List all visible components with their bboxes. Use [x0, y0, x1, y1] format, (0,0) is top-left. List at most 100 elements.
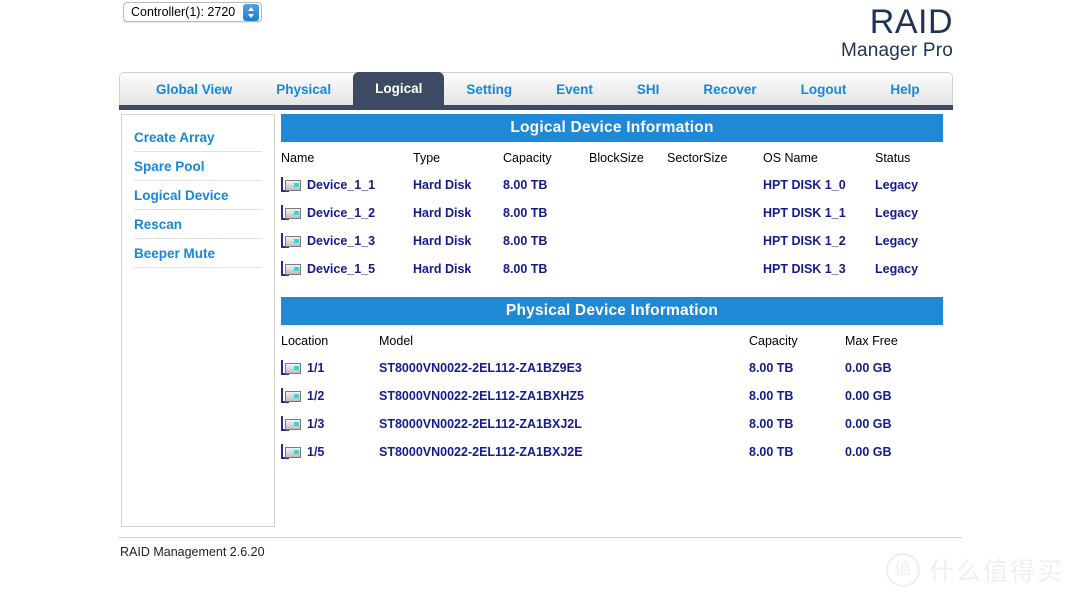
physical-device-location-cell[interactable]: 1/5	[281, 438, 379, 466]
physical-device-location: 1/3	[307, 417, 325, 431]
logical-table-header-row: Name Type Capacity BlockSize SectorSize OS Na…	[281, 142, 943, 171]
physical-device-location: 1/1	[307, 361, 325, 375]
tab-shi[interactable]: SHI	[615, 74, 682, 106]
watermark: 值 什么值得买	[885, 552, 1064, 588]
tab-logout[interactable]: Logout	[779, 74, 869, 106]
logical-device-name-cell[interactable]: Device_1_1	[281, 171, 413, 199]
device-sectorsize	[667, 227, 763, 255]
logo-title: RAID	[869, 3, 953, 41]
logo-subtitle: Manager Pro	[840, 40, 953, 61]
logical-device-table: Name Type Capacity BlockSize SectorSize OS Na…	[281, 142, 943, 283]
disk-icon	[281, 261, 301, 277]
watermark-text: 什么值得买	[928, 558, 1064, 586]
logical-table-body: Device_1_1 Hard Disk 8.00 TB HPT DISK 1_0 Le…	[281, 171, 943, 283]
device-os-name: HPT DISK 1_1	[763, 206, 846, 220]
main-tab-bar: Global View Physical Logical Setting Event SH…	[119, 72, 953, 106]
physical-device-table: Location Model Capacity Max Free 1/1 ST8000V…	[281, 325, 943, 466]
tab-help[interactable]: Help	[868, 74, 941, 106]
disk-icon	[281, 360, 301, 376]
sidebar-item-rescan[interactable]: Rescan	[134, 210, 262, 239]
column-header: Name	[281, 151, 315, 165]
column-header: Max Free	[845, 334, 898, 348]
logical-device-name: Device_1_1	[307, 178, 376, 192]
device-sectorsize	[667, 171, 763, 199]
physical-device-max-free: 0.00 GB	[845, 389, 892, 403]
sidebar-item-logical-device[interactable]: Logical Device	[134, 181, 262, 210]
physical-panel-title: Physical Device Information	[281, 297, 943, 325]
physical-device-model: ST8000VN0022-2EL112-ZA1BXHZ5	[379, 389, 584, 403]
watermark-badge-icon: 值	[885, 553, 920, 587]
device-status: Legacy	[875, 234, 919, 248]
physical-device-max-free: 0.00 GB	[845, 445, 892, 459]
physical-device-capacity: 8.00 TB	[749, 361, 794, 375]
physical-device-capacity: 8.00 TB	[749, 389, 794, 403]
column-header: Capacity	[503, 151, 552, 165]
device-status: Legacy	[875, 178, 919, 192]
device-type: Hard Disk	[413, 178, 472, 192]
sidebar-item-spare-pool[interactable]: Spare Pool	[134, 152, 262, 181]
physical-device-panel: Physical Device Information Location Mode…	[281, 297, 943, 466]
sidebar-item-beeper-mute[interactable]: Beeper Mute	[134, 239, 262, 268]
device-type: Hard Disk	[413, 206, 472, 220]
physical-device-location-cell[interactable]: 1/2	[281, 382, 379, 410]
column-header: Status	[875, 151, 911, 165]
tab-recover[interactable]: Recover	[681, 74, 778, 106]
column-header: OS Name	[763, 151, 818, 165]
table-row[interactable]: 1/2 ST8000VN0022-2EL112-ZA1BXHZ5 8.00 TB 0.…	[281, 382, 943, 410]
table-row[interactable]: Device_1_1 Hard Disk 8.00 TB HPT DISK 1_0 Le…	[281, 171, 943, 199]
footer-divider	[119, 537, 962, 538]
tab-event[interactable]: Event	[534, 74, 615, 106]
logical-device-panel: Logical Device Information Name Type Capac…	[281, 114, 943, 283]
stepper-updown-icon[interactable]	[243, 3, 260, 21]
device-type: Hard Disk	[413, 234, 472, 248]
table-row[interactable]: 1/1 ST8000VN0022-2EL112-ZA1BZ9E3 8.00 TB 0.…	[281, 354, 943, 382]
device-status: Legacy	[875, 206, 919, 220]
device-os-name: HPT DISK 1_2	[763, 234, 846, 248]
physical-device-capacity: 8.00 TB	[749, 417, 794, 431]
table-row[interactable]: Device_1_3 Hard Disk 8.00 TB HPT DISK 1_2 Le…	[281, 227, 943, 255]
table-row[interactable]: 1/5 ST8000VN0022-2EL112-ZA1BXJ2E 8.00 TB 0.…	[281, 438, 943, 466]
device-capacity: 8.00 TB	[503, 262, 548, 276]
physical-device-capacity: 8.00 TB	[749, 445, 794, 459]
logical-device-name-cell[interactable]: Device_1_3	[281, 227, 413, 255]
tab-physical[interactable]: Physical	[254, 74, 353, 106]
disk-icon	[281, 444, 301, 460]
device-sectorsize	[667, 199, 763, 227]
physical-table-header-row: Location Model Capacity Max Free	[281, 325, 943, 354]
disk-icon	[281, 177, 301, 193]
tab-logical[interactable]: Logical	[353, 72, 445, 106]
table-row[interactable]: Device_1_2 Hard Disk 8.00 TB HPT DISK 1_1 Le…	[281, 199, 943, 227]
physical-device-location: 1/5	[307, 445, 325, 459]
table-row[interactable]: Device_1_5 Hard Disk 8.00 TB HPT DISK 1_3 Le…	[281, 255, 943, 283]
device-sectorsize	[667, 255, 763, 283]
logical-panel-title: Logical Device Information	[281, 114, 943, 142]
physical-device-max-free: 0.00 GB	[845, 361, 892, 375]
sidebar-item-create-array[interactable]: Create Array	[134, 123, 262, 152]
physical-device-model: ST8000VN0022-2EL112-ZA1BXJ2E	[379, 445, 583, 459]
tab-setting[interactable]: Setting	[444, 74, 534, 106]
tab-global-view[interactable]: Global View	[134, 74, 254, 106]
disk-icon	[281, 205, 301, 221]
logical-device-name-cell[interactable]: Device_1_5	[281, 255, 413, 283]
disk-icon	[281, 233, 301, 249]
column-header: BlockSize	[589, 151, 644, 165]
column-header: SectorSize	[667, 151, 728, 165]
column-header: Location	[281, 334, 329, 348]
column-header: Type	[413, 151, 441, 165]
physical-device-location-cell[interactable]: 1/3	[281, 410, 379, 438]
device-blocksize	[589, 227, 667, 255]
device-capacity: 8.00 TB	[503, 178, 548, 192]
device-capacity: 8.00 TB	[503, 234, 548, 248]
app-logo: RAID Manager Pro	[841, 4, 953, 62]
device-status: Legacy	[875, 262, 919, 276]
device-blocksize	[589, 255, 667, 283]
controller-select-value: Controller(1): 2720	[131, 5, 236, 19]
physical-device-location-cell[interactable]: 1/1	[281, 354, 379, 382]
logical-device-name: Device_1_5	[307, 262, 376, 276]
device-type: Hard Disk	[413, 262, 472, 276]
table-row[interactable]: 1/3 ST8000VN0022-2EL112-ZA1BXJ2L 8.00 TB 0.…	[281, 410, 943, 438]
controller-select[interactable]: Controller(1): 2720	[123, 2, 263, 22]
column-header: Model	[379, 334, 414, 348]
disk-icon	[281, 388, 301, 404]
logical-device-name-cell[interactable]: Device_1_2	[281, 199, 413, 227]
